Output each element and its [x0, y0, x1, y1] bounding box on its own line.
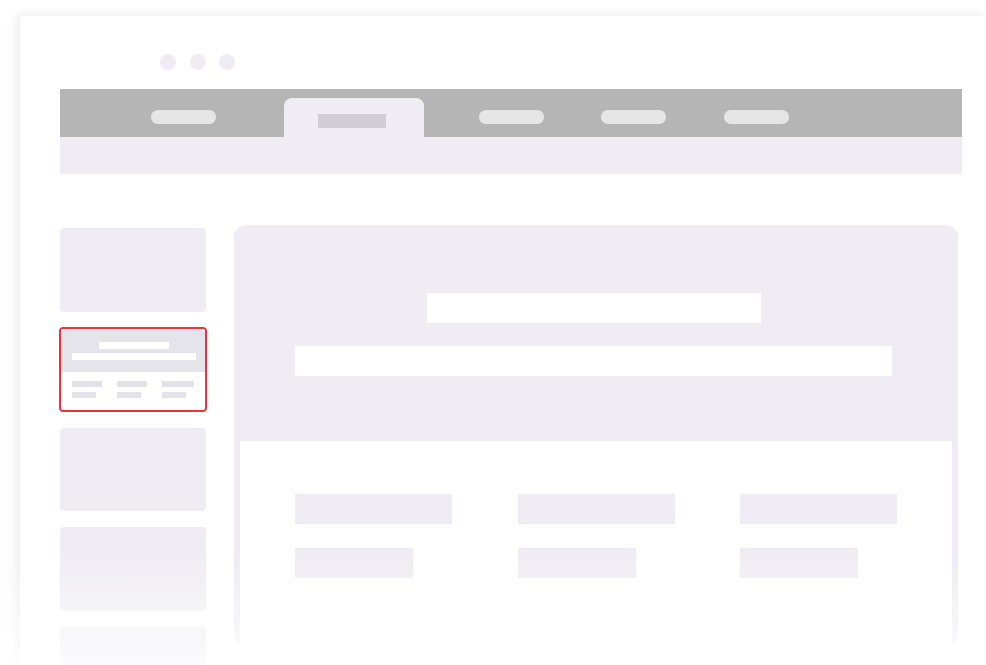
window-minimize-dot[interactable] — [190, 54, 206, 70]
content-block-3 — [740, 494, 897, 524]
card-stat-3 — [162, 381, 194, 387]
card-header — [61, 329, 205, 372]
card-stat-1 — [72, 381, 102, 387]
tab-5[interactable] — [724, 110, 789, 124]
content-area — [240, 441, 952, 645]
content-block-5 — [518, 548, 636, 578]
card-stat-2-value — [117, 392, 141, 398]
window-maximize-dot[interactable] — [219, 54, 235, 70]
toolbar — [60, 137, 962, 174]
content-block-1 — [295, 494, 452, 524]
tab-1[interactable] — [151, 110, 216, 124]
sidebar-card-4[interactable] — [60, 527, 206, 611]
card-stat-1-value — [72, 392, 96, 398]
card-stat-2 — [117, 381, 147, 387]
sidebar-card-5[interactable] — [60, 626, 206, 665]
window-close-dot[interactable] — [160, 54, 176, 70]
content-block-4 — [295, 548, 413, 578]
sidebar-card-1[interactable] — [60, 228, 206, 312]
tab-2-active[interactable] — [284, 98, 424, 138]
card-title-placeholder — [99, 342, 169, 349]
tab-2-label — [318, 114, 386, 128]
tab-3[interactable] — [479, 110, 544, 124]
content-block-6 — [740, 548, 858, 578]
tab-4[interactable] — [601, 110, 666, 124]
hero-title-placeholder — [427, 293, 761, 323]
sidebar-card-3[interactable] — [60, 428, 206, 511]
card-stat-3-value — [162, 392, 186, 398]
hero-subtitle-placeholder — [295, 346, 892, 376]
card-subtitle-placeholder — [72, 353, 196, 360]
content-block-2 — [518, 494, 675, 524]
sidebar-card-2-selected[interactable] — [59, 327, 207, 412]
